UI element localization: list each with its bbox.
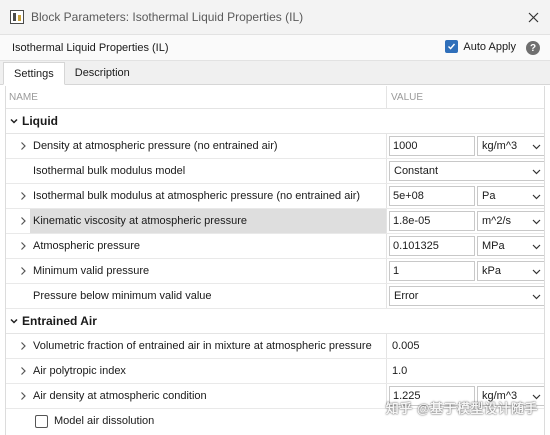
density-unit-select[interactable]: kg/m^3	[477, 136, 544, 156]
bulk-modulus-unit-select[interactable]: Pa	[477, 186, 544, 206]
help-icon[interactable]: ?	[526, 41, 540, 55]
param-row-density: Density at atmospheric pressure (no entr…	[6, 134, 544, 159]
chevron-right-icon[interactable]	[18, 265, 28, 277]
kinematic-viscosity-value-field[interactable]: 1.8e-05	[389, 211, 475, 231]
air-fraction-value-field[interactable]: 0.005	[392, 334, 420, 358]
column-divider	[386, 184, 387, 208]
unit-label: MPa	[482, 240, 505, 252]
column-divider	[386, 209, 387, 233]
column-divider	[386, 334, 387, 358]
column-divider	[386, 234, 387, 258]
param-name: Volumetric fraction of entrained air in …	[33, 340, 372, 352]
chevron-right-icon[interactable]	[18, 240, 28, 252]
model-air-dissolution-label: Model air dissolution	[54, 415, 155, 427]
atmospheric-pressure-unit-select[interactable]: MPa	[477, 236, 544, 256]
unit-label: kPa	[482, 265, 501, 277]
chevron-down-icon	[532, 267, 541, 276]
auto-apply-toggle[interactable]: Auto Apply	[445, 40, 516, 53]
watermark-text: 知乎 @基于模型设计随手	[385, 401, 538, 416]
window-title: Block Parameters: Isothermal Liquid Prop…	[31, 10, 304, 24]
model-air-dissolution-checkbox[interactable]	[35, 414, 48, 428]
auto-apply-checkbox[interactable]	[445, 40, 459, 53]
param-name: Air polytropic index	[33, 365, 126, 377]
bulk-modulus-value-field[interactable]: 5e+08	[389, 186, 475, 206]
chevron-right-icon[interactable]	[18, 365, 28, 377]
minimum-pressure-value-field[interactable]: 1	[389, 261, 475, 281]
chevron-right-icon[interactable]	[18, 215, 28, 227]
param-row-air-volumetric-fraction: Volumetric fraction of entrained air in …	[6, 334, 544, 359]
column-divider	[386, 159, 387, 183]
title-bar: Block Parameters: Isothermal Liquid Prop…	[0, 0, 550, 34]
param-name: Air density at atmospheric condition	[33, 390, 207, 402]
density-value-field[interactable]: 1000	[389, 136, 475, 156]
block-parameters-icon	[9, 9, 25, 25]
unit-label: m^2/s	[482, 215, 511, 227]
minimum-pressure-unit-select[interactable]: kPa	[477, 261, 544, 281]
tab-bar: Settings Description	[0, 61, 550, 85]
param-row-pressure-below-minimum: Pressure below minimum valid value Error	[6, 284, 544, 309]
param-row-minimum-valid-pressure: Minimum valid pressure 1 kPa	[6, 259, 544, 284]
block-header: Isothermal Liquid Properties (IL) Auto A…	[0, 34, 550, 61]
column-divider	[386, 284, 387, 308]
column-header: NAME VALUE	[6, 86, 544, 109]
chevron-down-icon	[532, 192, 541, 201]
param-name: Atmospheric pressure	[33, 240, 140, 252]
column-name-header: NAME	[9, 91, 38, 103]
section-entrained-air[interactable]: Entrained Air	[6, 309, 544, 334]
pressure-below-minimum-select[interactable]: Error	[389, 286, 544, 306]
param-name: Isothermal bulk modulus at atmospheric p…	[33, 190, 361, 202]
tab-description[interactable]: Description	[65, 62, 140, 84]
chevron-right-icon[interactable]	[18, 390, 28, 402]
param-row-kinematic-viscosity: Kinematic viscosity at atmospheric press…	[6, 209, 544, 234]
atmospheric-pressure-value-field[interactable]: 0.101325	[389, 236, 475, 256]
select-value: Error	[394, 290, 419, 302]
column-divider	[386, 134, 387, 158]
param-row-atmospheric-pressure: Atmospheric pressure 0.101325 MPa	[6, 234, 544, 259]
section-label: Entrained Air	[22, 314, 97, 328]
block-name: Isothermal Liquid Properties (IL)	[12, 41, 169, 54]
chevron-down-icon	[532, 167, 541, 176]
chevron-down-icon[interactable]	[7, 316, 21, 326]
auto-apply-label: Auto Apply	[463, 40, 516, 53]
section-label: Liquid	[22, 114, 58, 128]
tab-settings[interactable]: Settings	[3, 62, 65, 85]
bulk-modulus-model-select[interactable]: Constant	[389, 161, 544, 181]
chevron-down-icon	[532, 292, 541, 301]
chevron-down-icon[interactable]	[7, 116, 21, 126]
chevron-down-icon	[532, 217, 541, 226]
chevron-down-icon	[532, 242, 541, 251]
column-divider	[386, 259, 387, 283]
unit-label: kg/m^3	[482, 140, 518, 152]
chevron-down-icon	[532, 142, 541, 151]
param-name: Isothermal bulk modulus model	[33, 165, 186, 177]
chevron-right-icon[interactable]	[18, 140, 28, 152]
kinematic-viscosity-unit-select[interactable]: m^2/s	[477, 211, 544, 231]
parameter-table: NAME VALUE Liquid Density at atmospheric…	[5, 86, 545, 435]
section-liquid[interactable]: Liquid	[6, 109, 544, 134]
param-name: Pressure below minimum valid value	[33, 290, 212, 302]
param-name: Density at atmospheric pressure (no entr…	[33, 140, 278, 152]
param-row-air-polytropic-index: Air polytropic index 1.0	[6, 359, 544, 384]
param-name: Minimum valid pressure	[33, 265, 150, 277]
param-name: Kinematic viscosity at atmospheric press…	[30, 209, 386, 233]
close-icon[interactable]	[516, 0, 550, 34]
column-value-header: VALUE	[391, 91, 424, 103]
unit-label: Pa	[482, 190, 496, 202]
chevron-right-icon[interactable]	[18, 340, 28, 352]
param-row-bulk-modulus-model: Isothermal bulk modulus model Constant	[6, 159, 544, 184]
polytropic-index-value-field[interactable]: 1.0	[392, 359, 407, 383]
column-divider	[386, 86, 387, 108]
select-value: Constant	[394, 165, 439, 177]
chevron-right-icon[interactable]	[18, 190, 28, 202]
column-divider	[386, 359, 387, 383]
param-row-bulk-modulus: Isothermal bulk modulus at atmospheric p…	[6, 184, 544, 209]
